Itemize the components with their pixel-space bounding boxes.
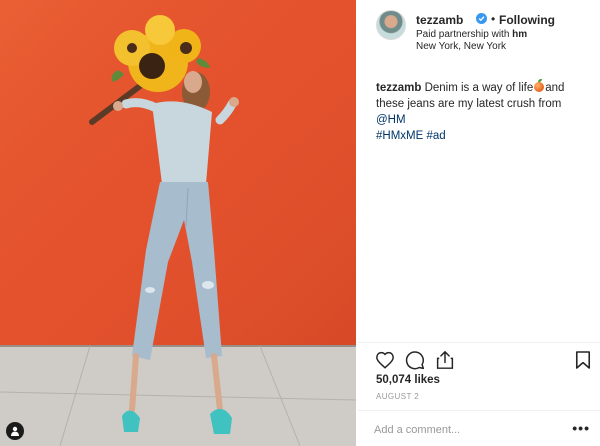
save-button[interactable] — [572, 349, 594, 371]
comment-icon — [405, 351, 425, 370]
paid-partnership-label: Paid partnership with hm — [416, 29, 527, 40]
post-date[interactable]: AUGUST 2 — [376, 392, 419, 401]
share-icon — [436, 351, 454, 369]
share-button[interactable] — [434, 349, 456, 371]
like-button[interactable] — [374, 349, 396, 371]
action-bar — [358, 342, 600, 372]
comment-input[interactable] — [374, 421, 564, 439]
more-options-icon[interactable]: ••• — [572, 421, 590, 435]
header-username[interactable]: tezzamb — [416, 13, 463, 27]
dot-separator: • — [491, 12, 496, 26]
peach-emoji-icon — [534, 79, 545, 92]
comment-bar: ••• — [358, 410, 600, 446]
post-photo[interactable] — [0, 0, 356, 446]
caption-username[interactable]: tezzamb — [376, 82, 421, 94]
like-count[interactable]: 50,074 likes — [376, 374, 440, 386]
post-image — [0, 0, 356, 446]
post-side-panel: tezzamb • Following Paid partnership wit… — [358, 0, 600, 446]
caption-text-before: Denim is a way of life — [424, 82, 534, 94]
partnership-prefix: Paid partnership with — [416, 29, 513, 40]
hashtag-link[interactable]: #ad — [426, 130, 445, 142]
partner-link[interactable]: hm — [512, 29, 527, 40]
heart-icon — [376, 351, 394, 369]
post-caption: tezzamb Denim is a way of life and these … — [376, 79, 591, 144]
verified-badge-icon — [476, 13, 487, 24]
following-button[interactable]: Following — [499, 13, 555, 27]
user-tag-button[interactable] — [6, 422, 24, 440]
comment-button[interactable] — [404, 349, 426, 371]
post-header: tezzamb • Following Paid partnership wit… — [358, 0, 600, 62]
avatar[interactable] — [376, 10, 406, 40]
user-tag-icon — [11, 426, 19, 436]
mention-link[interactable]: @HM — [376, 114, 406, 126]
bookmark-icon — [575, 351, 591, 369]
location-link[interactable]: New York, New York — [416, 41, 506, 52]
hashtag-link[interactable]: #HMxME — [376, 130, 423, 142]
